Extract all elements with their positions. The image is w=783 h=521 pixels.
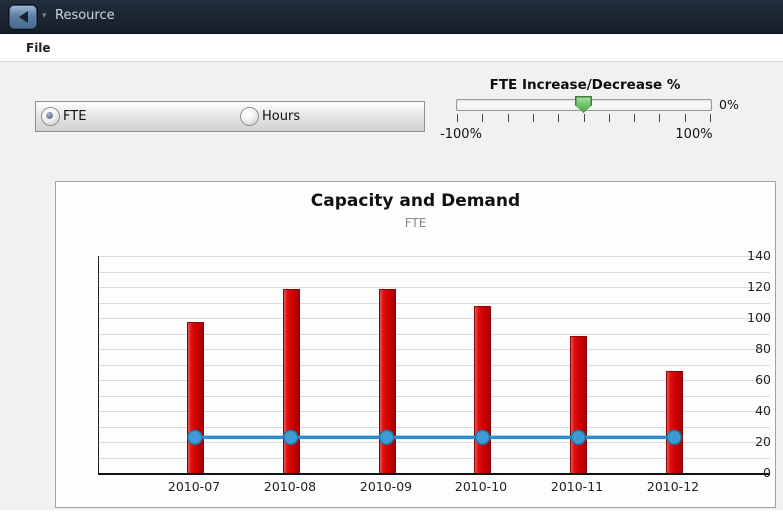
plot-area (98, 256, 770, 473)
y-tick-label: 100 (737, 310, 771, 325)
application-window: ▾ Resource File FTE Hours FTE Increase/D… (0, 0, 783, 521)
line-marker (380, 430, 394, 444)
y-tick-label: 80 (737, 341, 771, 356)
slider-tick (685, 114, 686, 122)
x-tick-label: 2010-08 (245, 479, 335, 494)
slider-tick (710, 114, 711, 122)
radio-button-icon[interactable] (41, 107, 60, 126)
slider-min-label: -100% (436, 127, 486, 142)
radio-option-fte[interactable]: FTE (41, 107, 86, 126)
x-tick-label: 2010-10 (436, 479, 526, 494)
line-marker (188, 430, 202, 444)
slider-tick (508, 114, 509, 122)
y-tick-label: 120 (737, 279, 771, 294)
slider-tick (482, 114, 483, 122)
chart-subtitle: FTE (56, 216, 775, 230)
y-tick-label: 0 (737, 465, 771, 480)
line-marker (667, 430, 681, 444)
capacity-line (99, 256, 770, 473)
back-arrow-icon (19, 11, 28, 23)
x-tick-label: 2010-12 (628, 479, 718, 494)
radio-button-icon[interactable] (240, 107, 259, 126)
x-tick-label: 2010-11 (532, 479, 622, 494)
radio-label: Hours (262, 109, 300, 124)
slider-tick (659, 114, 660, 122)
window-title: Resource (55, 8, 115, 23)
unit-toggle-panel: FTE Hours (35, 101, 425, 132)
x-tick-label: 2010-09 (341, 479, 431, 494)
slider-tick (584, 114, 585, 122)
x-tick-label: 2010-07 (149, 479, 239, 494)
slider-tick (609, 114, 610, 122)
title-bar: ▾ Resource (0, 0, 783, 34)
back-button[interactable] (9, 5, 37, 29)
x-axis-line (98, 473, 770, 475)
radio-option-hours[interactable]: Hours (240, 107, 300, 126)
chevron-down-icon[interactable]: ▾ (42, 12, 47, 21)
chart-title: Capacity and Demand (56, 191, 775, 211)
slider-tick (457, 114, 458, 122)
menu-bar: File (0, 34, 783, 62)
line-marker (475, 430, 489, 444)
slider-tick (558, 114, 559, 122)
slider-tick-marks (457, 114, 710, 123)
y-tick-label: 140 (737, 248, 771, 263)
slider-title: FTE Increase/Decrease % (440, 77, 730, 93)
radio-label: FTE (63, 109, 86, 124)
slider-max-label: 100% (671, 127, 717, 142)
y-tick-label: 40 (737, 403, 771, 418)
chart-panel: Capacity and Demand FTE 0 20 40 60 80 100 120 1… (55, 181, 776, 508)
slider-tick (634, 114, 635, 122)
slider-tick (533, 114, 534, 122)
y-tick-label: 20 (737, 434, 771, 449)
slider-value-label: 0% (719, 97, 739, 112)
y-tick-label: 60 (737, 372, 771, 387)
menu-item-file[interactable]: File (22, 39, 55, 57)
line-marker (284, 430, 298, 444)
line-marker (571, 430, 585, 444)
